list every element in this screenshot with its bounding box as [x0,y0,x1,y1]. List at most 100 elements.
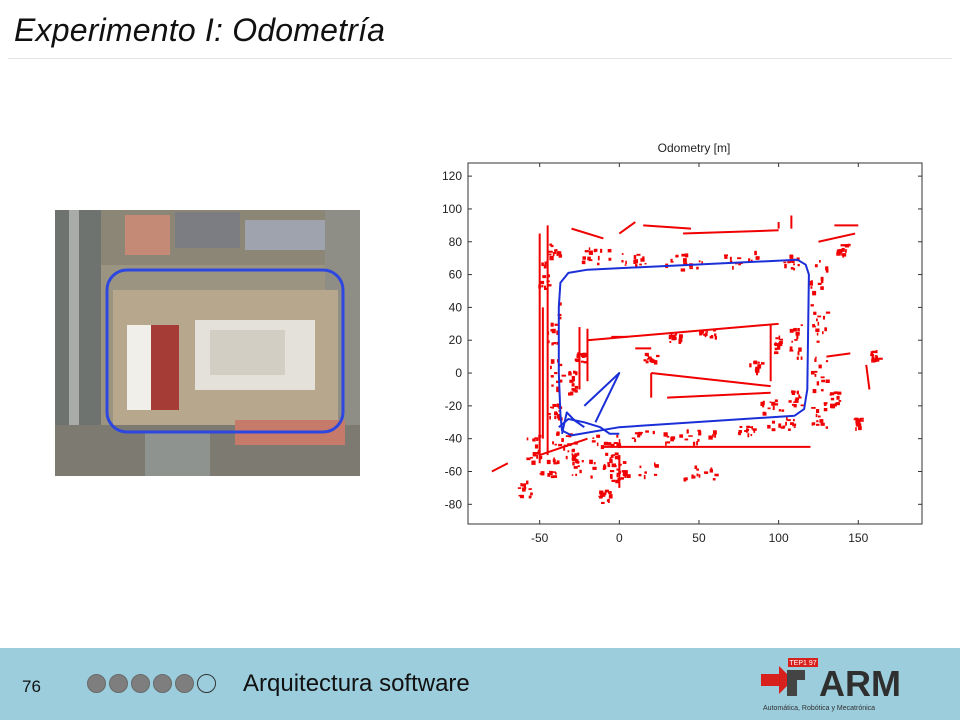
map-point [574,441,578,445]
map-point [775,337,779,340]
map-point [577,465,580,468]
map-point [757,256,760,259]
map-point [543,285,547,290]
map-point [588,250,593,255]
map-point [650,359,655,363]
map-point [592,437,595,440]
map-point [795,331,800,336]
map-point [665,441,667,446]
map-point [565,455,568,460]
map-point [526,437,529,441]
map-point [553,341,557,345]
map-point [697,438,700,442]
map-point [638,473,642,477]
map-point [812,290,817,296]
map-point [587,256,591,261]
map-point [603,492,606,496]
map-point [590,475,593,479]
map-point [549,406,553,409]
map-point [546,459,551,465]
map-point [698,431,702,436]
arm-logo: TEP1 97 ARM Automática, Robótica y Mecat… [757,656,953,716]
map-point [840,244,845,247]
map-point [666,441,671,444]
map-point [874,355,878,357]
map-point [789,346,793,351]
y-tick-label: 0 [455,366,462,380]
map-point [691,474,694,479]
map-point [532,452,537,457]
map-point [812,325,816,328]
map-point [820,422,825,426]
map-point [841,254,844,256]
map-point [769,401,772,403]
map-point [822,331,824,335]
map-point [639,263,642,266]
map-point [785,421,787,426]
map-point [822,315,826,320]
map-point [579,353,584,356]
map-point [547,412,551,415]
y-tick-label: 100 [442,202,462,216]
map-point [714,433,717,438]
map-point [670,258,673,263]
map-point [577,352,580,355]
map-point [825,426,829,429]
map-point [747,426,752,429]
map-point [796,356,799,360]
map-point [614,452,619,455]
map-point [634,432,639,435]
map-point [603,463,606,469]
map-point [600,445,605,450]
map-point [823,407,828,412]
map-point [600,248,603,253]
map-point [680,268,686,272]
map-point [746,428,750,431]
map-point [547,340,550,344]
map-point [546,280,550,283]
map-point [621,260,624,263]
map-point [771,420,776,424]
map-point [844,243,849,248]
map-point [538,284,541,289]
map-point [572,448,575,452]
title-divider [8,58,952,59]
y-tick-label: 40 [449,300,463,314]
map-point [782,425,786,428]
map-point [596,442,599,447]
map-point [871,355,874,359]
map-point [821,379,826,383]
map-point [834,403,837,407]
map-point [709,335,714,339]
logo-tagline: Automática, Robótica y Mecatrónica [763,705,875,712]
footer-bar: 76 Arquitectura software TEP1 97 ARM Aut… [0,648,960,720]
map-point [750,433,753,437]
progress-dot [87,674,106,693]
map-point [682,258,687,263]
map-point [793,268,796,271]
map-point [792,423,797,427]
map-point [543,264,547,269]
map-point [540,471,545,476]
map-point [820,276,824,281]
map-point [553,462,558,465]
map-point [689,267,693,270]
map-point [538,434,542,438]
map-point [546,260,549,265]
map-point [569,379,574,383]
map-point [671,336,676,341]
map-point [581,260,586,265]
map-point [708,435,713,440]
map-point [788,400,792,403]
map-point [593,461,596,465]
map-point [712,478,716,481]
map-point [554,443,557,446]
map-point [576,355,579,358]
map-point [679,434,684,438]
map-point [581,460,584,463]
map-point [588,247,591,250]
map-point [554,323,558,326]
map-point [675,254,679,258]
map-point [572,458,577,462]
map-point [705,332,708,335]
